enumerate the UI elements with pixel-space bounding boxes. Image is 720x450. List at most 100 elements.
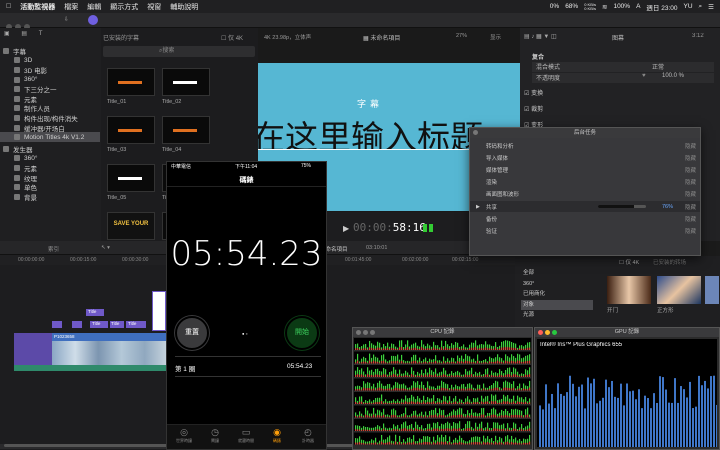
title-clip[interactable] [52, 321, 62, 328]
stopwatch-tab[interactable]: ◷ 鬧鐘 [200, 427, 230, 444]
library-item[interactable]: 360° [0, 75, 100, 85]
library-item[interactable]: 3D [0, 56, 100, 66]
viewer-zoom[interactable]: 27% [456, 33, 467, 39]
title-clip[interactable]: Title [126, 321, 146, 328]
inspector-tabs[interactable]: ▤ ♪ ▦ ▼ ◫ [524, 33, 557, 40]
arrow-tool-icon[interactable]: ↖ ▾ [101, 245, 110, 251]
primary-clip[interactable] [14, 333, 52, 365]
library-item[interactable]: 字幕 [0, 46, 100, 56]
search-icon[interactable]: ⌕ [699, 3, 703, 11]
photos-icon[interactable]: ▤ [21, 31, 27, 37]
title-thumbnail[interactable] [107, 68, 155, 96]
library-item[interactable]: Motion Titles 4k V1.2 [0, 132, 100, 142]
library-item[interactable]: 3D 电影 [0, 65, 100, 75]
background-task-row[interactable]: 渲染 隐藏 [470, 177, 700, 188]
blend-mode-row[interactable]: 混合模式 正常 [532, 62, 714, 72]
title-clip[interactable] [72, 321, 82, 328]
title-thumbnail[interactable] [107, 116, 155, 144]
hide-button[interactable]: 隐藏 [685, 215, 696, 223]
close-icon[interactable] [356, 330, 361, 335]
library-item[interactable]: 元素 [0, 163, 100, 173]
title-clip[interactable]: Title [110, 321, 124, 328]
transition-category[interactable]: 360° [521, 279, 593, 289]
library-item[interactable]: 下三分之一 [0, 84, 100, 94]
hide-button[interactable]: 隐藏 [685, 154, 696, 162]
titles-icon[interactable]: T [39, 31, 43, 37]
apple-icon[interactable]:  [6, 3, 11, 10]
menu-list-icon[interactable]: ☰ [708, 3, 714, 11]
background-task-row[interactable]: 媒体管理 隐藏 [470, 164, 700, 175]
minimize-icon[interactable] [545, 330, 550, 335]
menu-file[interactable]: 檔案 [64, 2, 78, 12]
transform-row[interactable]: ☑ 变换 [524, 88, 718, 98]
wifi-icon[interactable]: ≋ [602, 3, 607, 11]
viewer-view-menu[interactable]: 显示 [490, 33, 501, 41]
background-tasks-icon[interactable] [88, 15, 98, 25]
battery-level[interactable]: 100% [613, 3, 630, 10]
clock[interactable]: 週日 23:00 [646, 2, 677, 12]
library-item[interactable]: 背景 [0, 192, 100, 202]
background-task-row[interactable]: 验证 隐藏 [470, 225, 700, 236]
timeline-index[interactable]: 索引 [48, 245, 59, 253]
background-task-row[interactable]: 导入媒体 隐藏 [470, 152, 700, 163]
library-item[interactable]: 纹理 [0, 173, 100, 183]
menu-app[interactable]: 活動監視器 [20, 2, 55, 12]
hide-button[interactable]: 隐藏 [685, 142, 696, 150]
reset-button[interactable]: 重置 [175, 316, 209, 350]
video-clip[interactable]: P1023658 [52, 333, 168, 365]
input-icon[interactable]: A [636, 3, 640, 10]
stopwatch-tab[interactable]: ◴ 計時器 [293, 427, 323, 444]
library-item[interactable]: 单色 [0, 182, 100, 192]
connected-title-clip[interactable] [152, 291, 166, 331]
transition-category[interactable]: 已用商化 [521, 289, 593, 299]
library-item[interactable]: 发生器 [0, 144, 100, 154]
hide-button[interactable]: 隐藏 [685, 178, 696, 186]
import-icon[interactable]: ⇩ [64, 16, 69, 23]
stopwatch-tab[interactable]: ◉ 碼錶 [262, 427, 292, 444]
stopwatch-tab[interactable]: ▭ 就寢時間 [231, 427, 261, 444]
background-task-row[interactable]: 画面图和波形 隐藏 [470, 189, 700, 200]
start-button[interactable]: 開始 [285, 316, 319, 350]
transition-thumb[interactable] [705, 276, 719, 304]
library-item[interactable]: 360° [0, 154, 100, 164]
browser-filter[interactable]: 已安装的字幕 [103, 33, 163, 42]
play-button[interactable]: ▶ [343, 224, 349, 233]
hide-button[interactable]: 隐藏 [685, 166, 696, 174]
title-thumbnail[interactable] [162, 116, 210, 144]
background-task-row[interactable]: ▶ 共享 隐藏 76% [470, 201, 700, 212]
menu-edit[interactable]: 編輯 [87, 2, 101, 12]
media-icon[interactable]: ▣ [4, 31, 10, 37]
background-task-row[interactable]: 备份 隐藏 [470, 213, 700, 224]
menu-view[interactable]: 顯示方式 [110, 2, 138, 12]
disclosure-icon[interactable]: ▶ [476, 204, 480, 210]
hide-button[interactable]: 隐藏 [685, 190, 696, 198]
background-task-row[interactable]: 转码和分析 隐藏 [470, 140, 700, 151]
crop-row[interactable]: ☑ 裁剪 [524, 104, 718, 114]
title-clip[interactable]: Title [90, 321, 108, 328]
transition-category[interactable]: 全部 [521, 268, 593, 278]
transition-category[interactable]: 光源 [521, 310, 593, 320]
library-item[interactable]: 元素 [0, 94, 100, 104]
transition-category[interactable]: 对象 [521, 299, 593, 310]
menu-help[interactable]: 輔助說明 [170, 2, 198, 12]
zoom-icon[interactable] [552, 330, 557, 335]
minimize-icon[interactable] [363, 330, 368, 335]
only-4k-checkbox[interactable]: ☐ 仅 4K [221, 33, 243, 42]
opacity-row[interactable]: 不透明度 ♥ 100.0 % [532, 73, 714, 83]
search-field[interactable]: ⌕搜索 [103, 46, 255, 57]
title-clip[interactable]: Title [86, 309, 104, 316]
title-thumbnail[interactable] [107, 164, 155, 192]
library-item[interactable]: 制作人员 [0, 104, 100, 113]
transition-thumb[interactable] [657, 276, 701, 304]
title-thumbnail[interactable] [162, 68, 210, 96]
hide-button[interactable]: 隐藏 [685, 203, 696, 211]
hide-button[interactable]: 隐藏 [685, 227, 696, 235]
library-item[interactable]: 缓冲器/开场白 [0, 123, 100, 133]
user-name[interactable]: YU [684, 3, 693, 10]
zoom-icon[interactable] [370, 330, 375, 335]
transition-thumb[interactable] [607, 276, 651, 304]
title-thumbnail[interactable]: SAVE YOUR [107, 212, 155, 240]
transitions-only4k[interactable]: ☐ 仅 4K [619, 258, 639, 266]
menu-window[interactable]: 視窗 [147, 2, 161, 12]
transitions-installed[interactable]: 已安装的转场 [653, 258, 686, 266]
